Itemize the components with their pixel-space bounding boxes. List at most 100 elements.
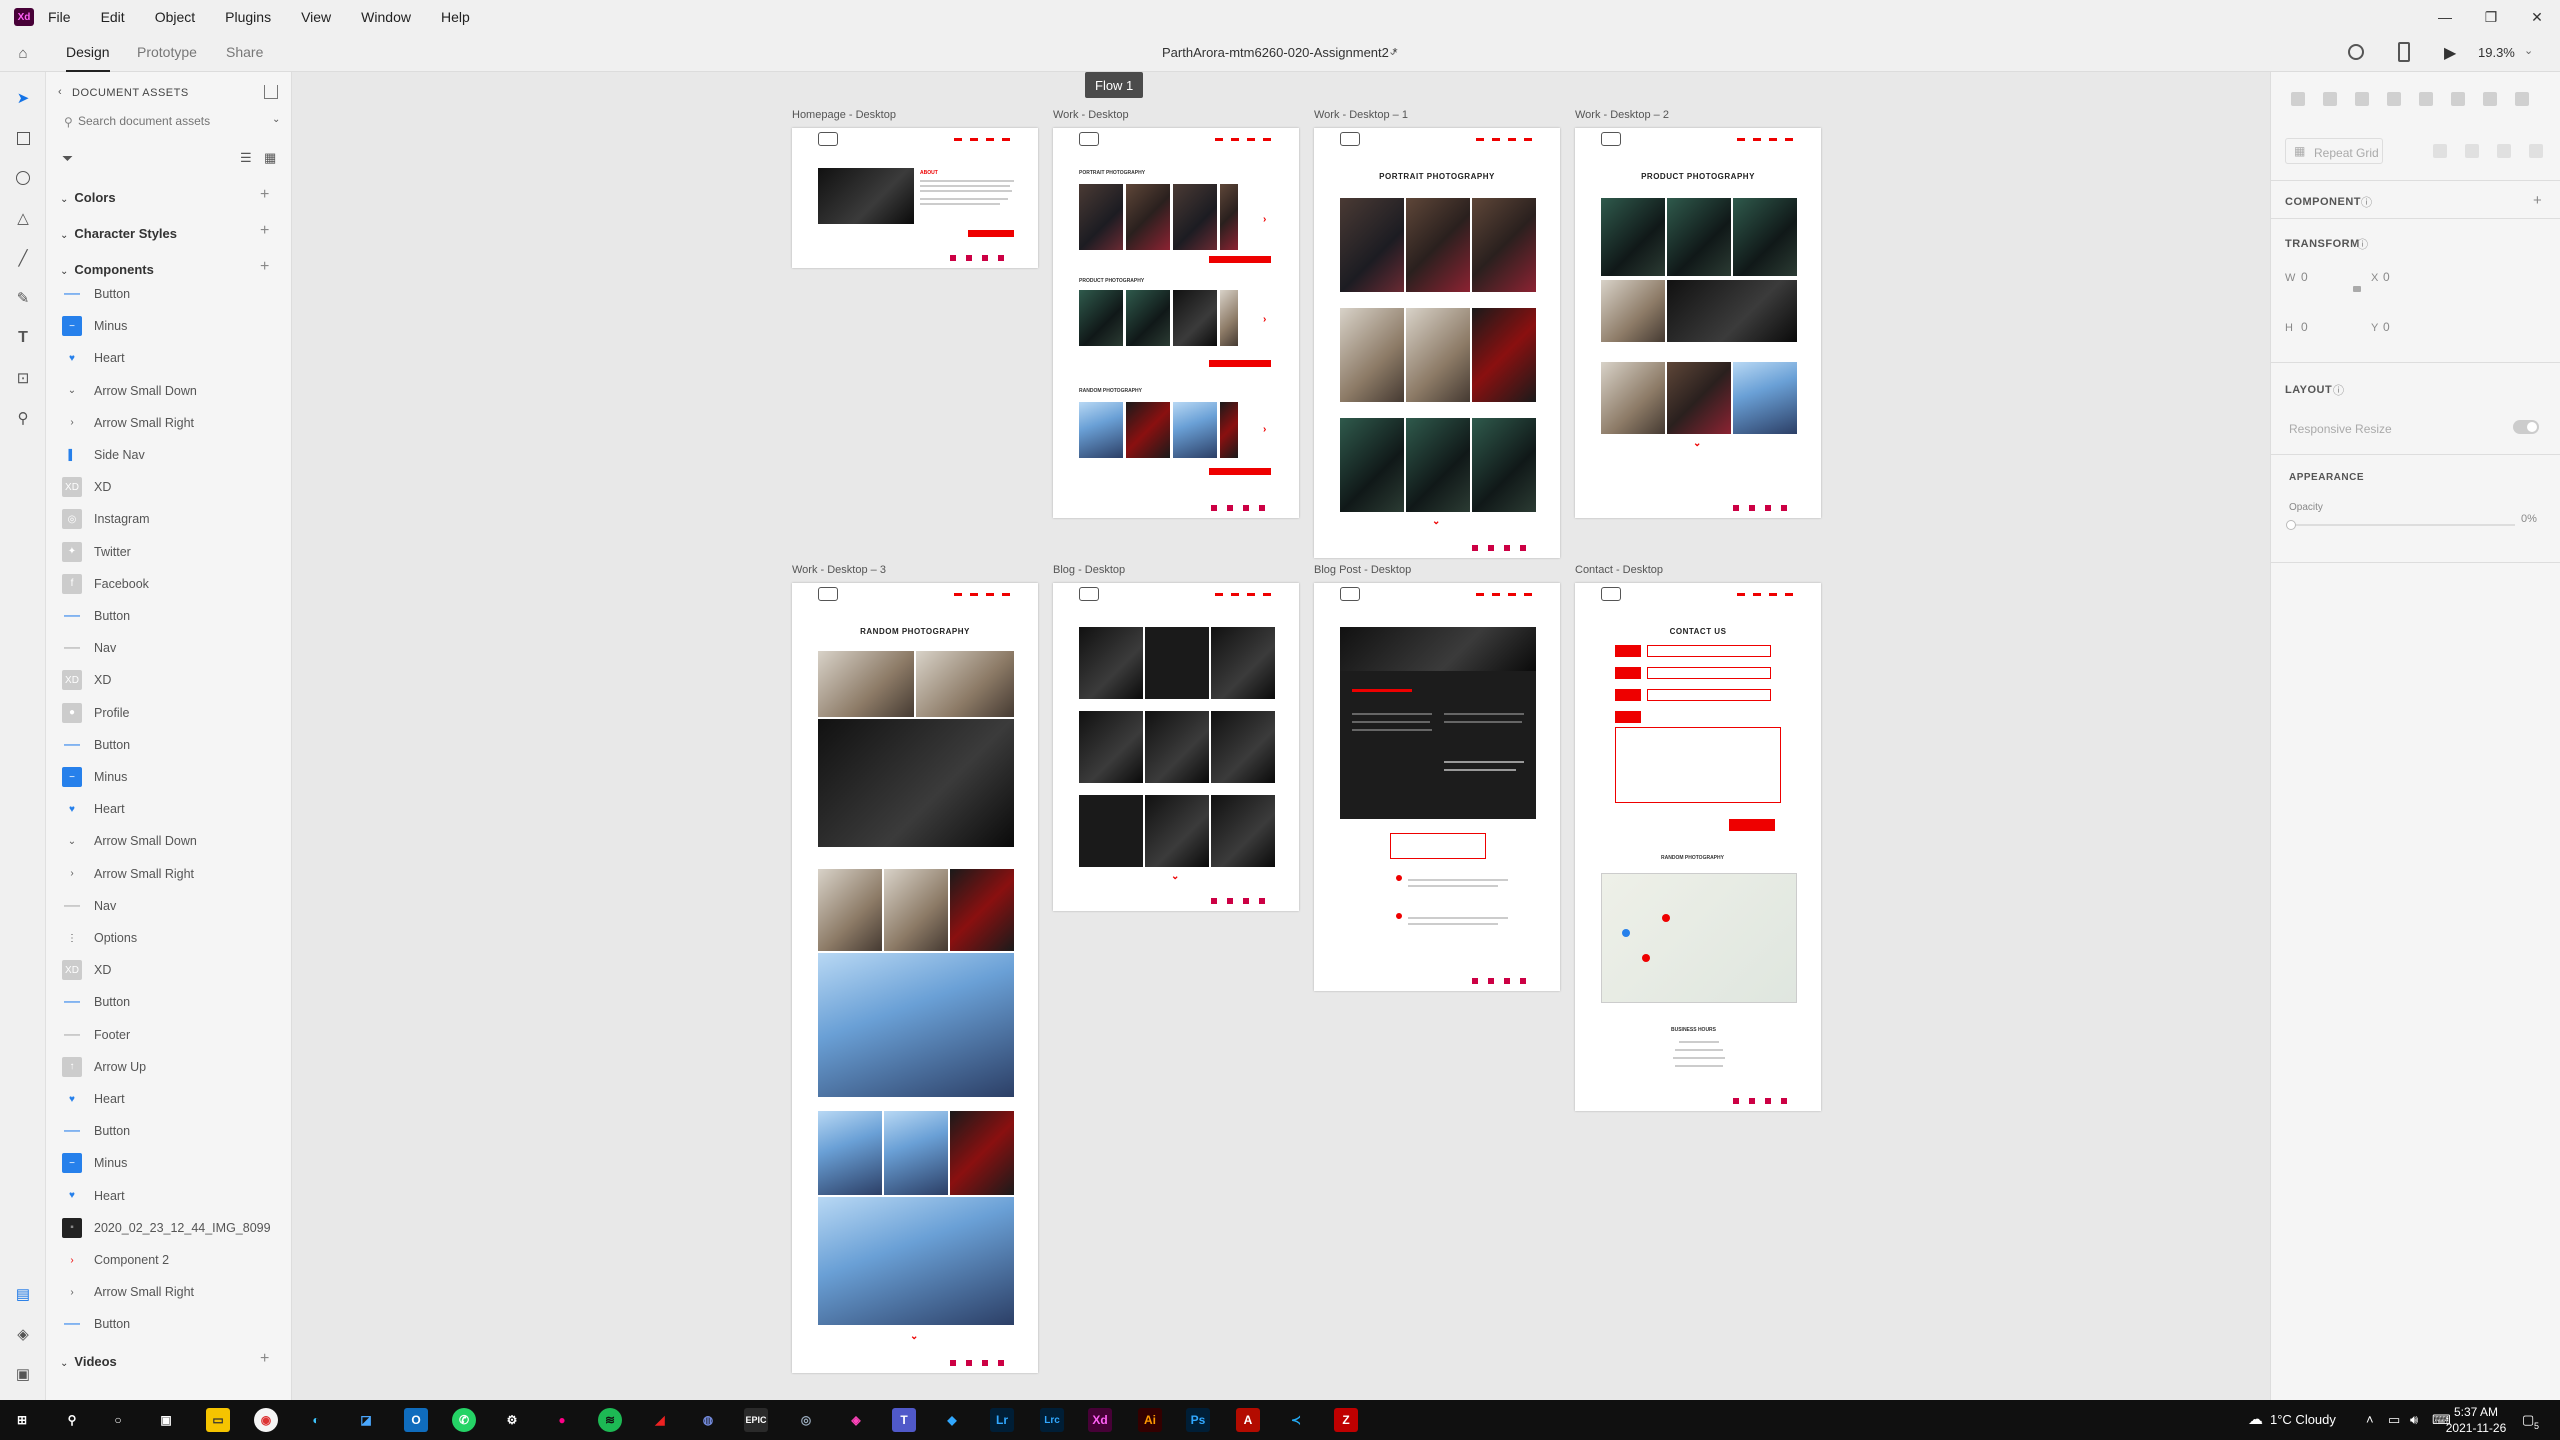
store-icon[interactable]: ◪ — [354, 1408, 378, 1432]
artboard-label[interactable]: Contact - Desktop — [1575, 564, 1663, 576]
cortana-icon[interactable]: ○ — [106, 1408, 130, 1432]
artboard-tool-icon[interactable]: ⊡ — [13, 368, 33, 388]
component-item[interactable]: ● Profile — [62, 699, 129, 727]
menu-view[interactable]: View — [301, 9, 331, 25]
artboard-label[interactable]: Blog Post - Desktop — [1314, 564, 1411, 576]
polygon-tool-icon[interactable]: △ — [13, 208, 33, 228]
weather-text[interactable]: 1°C Cloudy — [2270, 1400, 2336, 1440]
component-item[interactable]: — Nav — [62, 892, 116, 920]
sort-icon[interactable]: ☰ — [240, 150, 252, 166]
artboard-label[interactable]: Homepage - Desktop — [792, 109, 896, 121]
artboard-work[interactable]: PORTRAIT PHOTOGRAPHY › PRODUCT PHOTOGRAP… — [1053, 128, 1299, 518]
align-right-icon[interactable] — [2483, 92, 2497, 106]
component-item[interactable]: ♥ Heart — [62, 344, 125, 372]
component-item[interactable]: › Arrow Small Right — [62, 1278, 194, 1306]
app-icon[interactable]: ● — [550, 1408, 574, 1432]
component-item[interactable]: f Facebook — [62, 570, 149, 598]
photos-icon[interactable]: ◈ — [844, 1408, 868, 1432]
chevron-down-icon[interactable]: ⌄ — [1388, 45, 1397, 58]
xd-icon[interactable]: Xd — [1088, 1408, 1112, 1432]
menu-plugins[interactable]: Plugins — [225, 9, 271, 25]
artboard-label[interactable]: Blog - Desktop — [1053, 564, 1125, 576]
select-tool-icon[interactable]: ➤ — [13, 88, 33, 108]
opacity-value[interactable]: 0% — [2521, 513, 2537, 525]
component-item[interactable]: ◎ Instagram — [62, 505, 150, 533]
component-item[interactable]: ⌄ Arrow Small Down — [62, 827, 197, 855]
editor-icon[interactable]: ◢ — [648, 1408, 672, 1432]
add-color-icon[interactable]: + — [260, 186, 269, 204]
components-section[interactable]: ⌄ Components — [60, 262, 154, 277]
distribute-vertical-icon[interactable] — [2387, 92, 2401, 106]
rectangle-tool-icon[interactable] — [13, 128, 33, 148]
chrome-icon[interactable]: ◉ — [254, 1408, 278, 1432]
add-component-icon[interactable]: + — [2533, 192, 2542, 209]
vscode-icon[interactable]: ≺ — [1284, 1408, 1308, 1432]
play-icon[interactable]: ▶ — [2444, 43, 2456, 63]
outlook-icon[interactable]: O — [404, 1408, 428, 1432]
component-item[interactable]: − Minus — [62, 763, 127, 791]
restore-icon[interactable]: ❐ — [2468, 0, 2514, 34]
file-explorer-icon[interactable]: ▭ — [206, 1408, 230, 1432]
component-item[interactable]: — Button — [62, 988, 130, 1016]
menu-object[interactable]: Object — [155, 9, 195, 25]
component-item[interactable]: ⌄ Arrow Small Down — [62, 377, 197, 405]
task-view-icon[interactable]: ▣ — [154, 1408, 178, 1432]
illustrator-icon[interactable]: Ai — [1138, 1408, 1162, 1432]
acrobat-icon[interactable]: A — [1236, 1408, 1260, 1432]
component-item[interactable]: › Arrow Small Right — [62, 409, 194, 437]
component-item[interactable]: XD XD — [62, 666, 111, 694]
responsive-resize-toggle[interactable] — [2513, 420, 2539, 434]
menu-help[interactable]: Help — [441, 9, 470, 25]
spotify-icon[interactable]: ≋ — [598, 1408, 622, 1432]
component-item[interactable]: — Button — [62, 602, 130, 630]
x-field[interactable]: 0 — [2383, 270, 2390, 284]
boolean-subtract-icon[interactable] — [2465, 144, 2479, 158]
photoshop-icon[interactable]: Ps — [1186, 1408, 1210, 1432]
artboard-blog-post[interactable] — [1314, 583, 1560, 991]
component-item[interactable]: − Minus — [62, 1149, 127, 1177]
menu-window[interactable]: Window — [361, 9, 411, 25]
artboard-label[interactable]: Work - Desktop — [1053, 109, 1129, 121]
component-item[interactable]: — Button — [62, 731, 130, 759]
ellipse-tool-icon[interactable] — [13, 168, 33, 188]
artboard-work-3[interactable]: RANDOM PHOTOGRAPHY ⌄ — [792, 583, 1038, 1373]
add-video-icon[interactable]: + — [260, 1350, 269, 1368]
artboard-contact[interactable]: CONTACT US RANDOM PHOTOGRAPHY BUSINESS H… — [1575, 583, 1821, 1111]
tray-chevron-icon[interactable]: ˄ — [2366, 1400, 2374, 1440]
artboard-label[interactable]: Work - Desktop – 2 — [1575, 109, 1669, 121]
search-icon[interactable]: ⚲ — [60, 1408, 84, 1432]
zoom-tool-icon[interactable]: ⚲ — [13, 408, 33, 428]
zoom-chevron-icon[interactable]: ⌄ — [2524, 44, 2533, 57]
home-icon[interactable]: ⌂ — [13, 43, 33, 63]
tab-share[interactable]: Share — [226, 44, 263, 60]
line-tool-icon[interactable]: ╱ — [13, 248, 33, 268]
align-center-icon[interactable] — [2451, 92, 2465, 106]
volume-icon[interactable]: 🔊︎ — [2410, 1400, 2418, 1440]
w-field[interactable]: 0 — [2301, 270, 2308, 284]
component-item[interactable]: ✦ Twitter — [62, 538, 131, 566]
document-title[interactable]: ParthArora-mtm6260-020-Assignment2 * — [1162, 45, 1398, 60]
export-icon[interactable] — [264, 85, 278, 99]
pen-tool-icon[interactable]: ✎ — [13, 288, 33, 308]
component-item[interactable]: › Arrow Small Right — [62, 860, 194, 888]
minimize-icon[interactable]: — — [2422, 0, 2468, 34]
grid-view-icon[interactable]: ▦ — [264, 150, 276, 166]
component-item[interactable]: › Component 2 — [62, 1246, 169, 1274]
repeat-grid-button[interactable]: ▦ Repeat Grid — [2285, 138, 2383, 164]
artboard-work-2[interactable]: PRODUCT PHOTOGRAPHY ⌄ — [1575, 128, 1821, 518]
boolean-add-icon[interactable] — [2433, 144, 2447, 158]
component-item[interactable]: − Minus — [62, 312, 127, 340]
design-canvas[interactable]: Flow 1 Homepage - Desktop Work - Desktop… — [292, 72, 2270, 1400]
artboard-blog[interactable]: ⌄ — [1053, 583, 1299, 911]
search-input[interactable] — [78, 110, 268, 132]
discord-icon[interactable]: ◍ — [696, 1408, 720, 1432]
videos-section[interactable]: ⌄ Videos — [60, 1354, 117, 1369]
align-left-icon[interactable] — [2419, 92, 2433, 106]
component-item[interactable]: — Footer — [62, 1021, 130, 1049]
component-item[interactable]: ▌ Side Nav — [62, 441, 144, 469]
slider-handle[interactable] — [2286, 520, 2296, 530]
windows-start-icon[interactable]: ⊞ — [10, 1408, 34, 1432]
boolean-exclude-icon[interactable] — [2529, 144, 2543, 158]
component-item[interactable]: — Button — [62, 1117, 130, 1145]
artboard-work-1[interactable]: PORTRAIT PHOTOGRAPHY ⌄ — [1314, 128, 1560, 558]
